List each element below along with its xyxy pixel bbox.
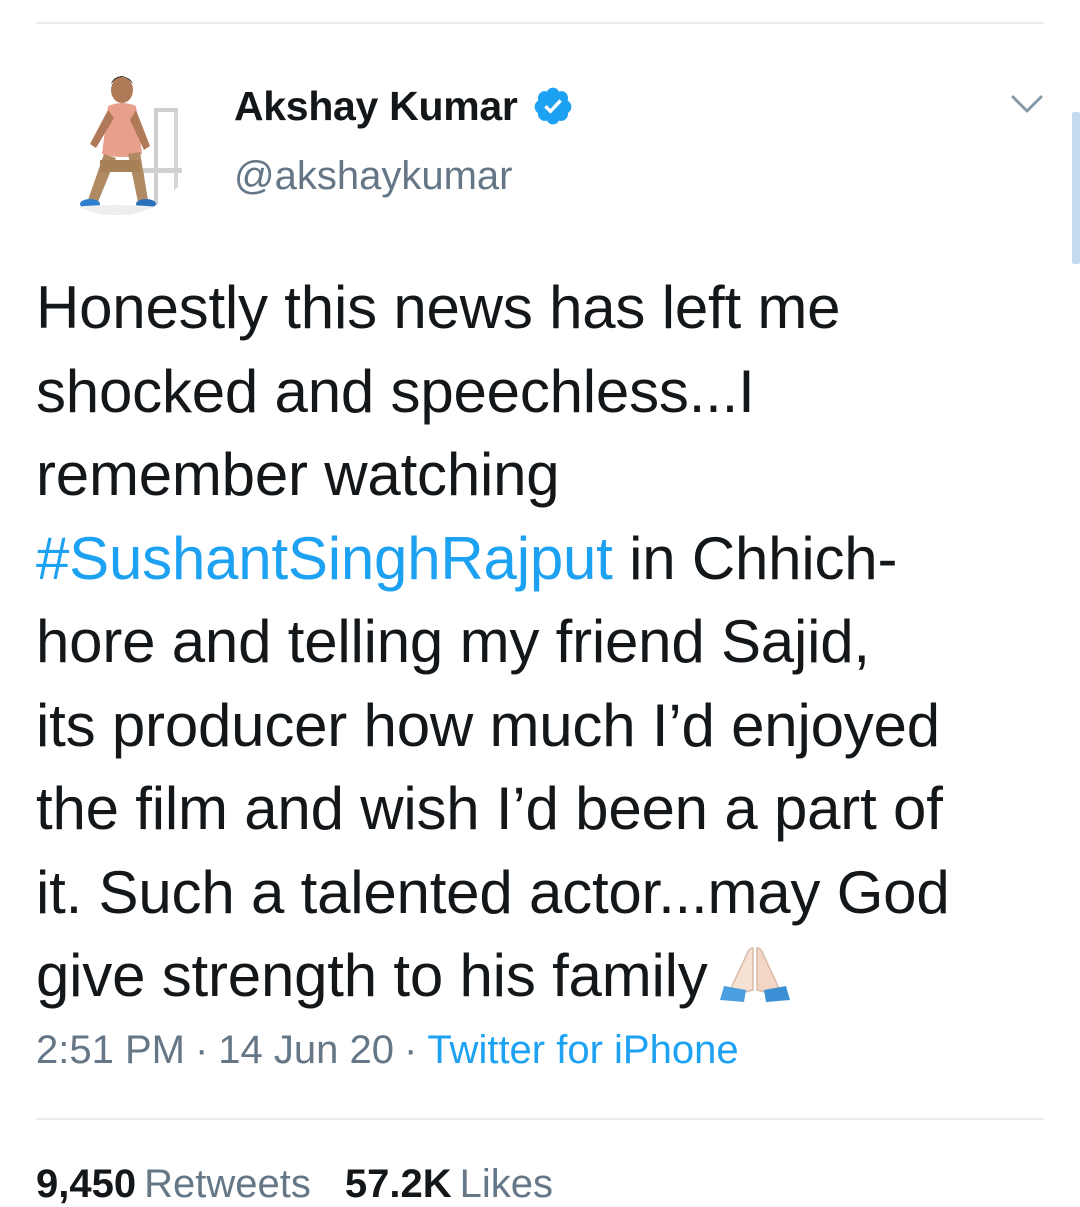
tweet-line: remember watching bbox=[36, 441, 560, 508]
tweet-line: Honestly this news has left me bbox=[36, 274, 841, 341]
scroll-indicator[interactable] bbox=[1072, 112, 1080, 264]
tweet-line: shocked and speechless...I bbox=[36, 357, 755, 425]
tweet-line: its producer how much I’d enjoyed bbox=[36, 691, 940, 759]
tweet-line: #SushantSinghRajput in Chhich- bbox=[36, 524, 898, 592]
tweet-text: Honestly this news has left me shocked a… bbox=[36, 266, 1046, 1018]
bottom-divider bbox=[36, 1118, 1044, 1120]
tweet-time[interactable]: 2:51 PM bbox=[36, 1028, 185, 1072]
tweet-line: it. Such a talented actor...may God bbox=[36, 858, 950, 926]
display-name[interactable]: Akshay Kumar bbox=[234, 83, 518, 130]
chevron-down-icon[interactable] bbox=[1010, 92, 1044, 116]
likes-stat[interactable]: 57.2K Likes bbox=[345, 1162, 553, 1206]
user-handle[interactable]: @akshaykumar bbox=[234, 154, 574, 199]
tweet-line: the film and wish I’d been a part of bbox=[36, 775, 943, 842]
tweet-line: hore and telling my friend Sajid, bbox=[36, 608, 870, 675]
likes-label: Likes bbox=[459, 1162, 553, 1206]
user-info[interactable]: Akshay Kumar @akshaykumar bbox=[234, 80, 574, 199]
avatar[interactable] bbox=[36, 50, 196, 222]
name-row: Akshay Kumar bbox=[234, 80, 574, 132]
retweets-count: 9,450 bbox=[36, 1162, 137, 1206]
retweets-stat[interactable]: 9,450 Retweets bbox=[36, 1162, 311, 1206]
tweet-meta: 2:51 PM · 14 Jun 20 · Twitter for iPhone bbox=[36, 1028, 739, 1073]
top-divider bbox=[36, 22, 1044, 24]
tweet-date[interactable]: 14 Jun 20 bbox=[218, 1028, 394, 1072]
folded-hands-icon bbox=[719, 947, 790, 1002]
retweets-label: Retweets bbox=[144, 1162, 311, 1206]
tweet-line: give strength to his family bbox=[36, 934, 1046, 1018]
verified-badge-icon bbox=[534, 87, 571, 125]
tweet-stats: 9,450 Retweets 57.2K Likes bbox=[36, 1162, 553, 1207]
meta-separator: · bbox=[194, 1028, 209, 1072]
meta-separator: · bbox=[404, 1028, 418, 1072]
hashtag-link[interactable]: #SushantSinghRajput bbox=[36, 525, 613, 592]
likes-count: 57.2K bbox=[344, 1162, 452, 1206]
tweet-source-link[interactable]: Twitter for iPhone bbox=[427, 1028, 738, 1072]
